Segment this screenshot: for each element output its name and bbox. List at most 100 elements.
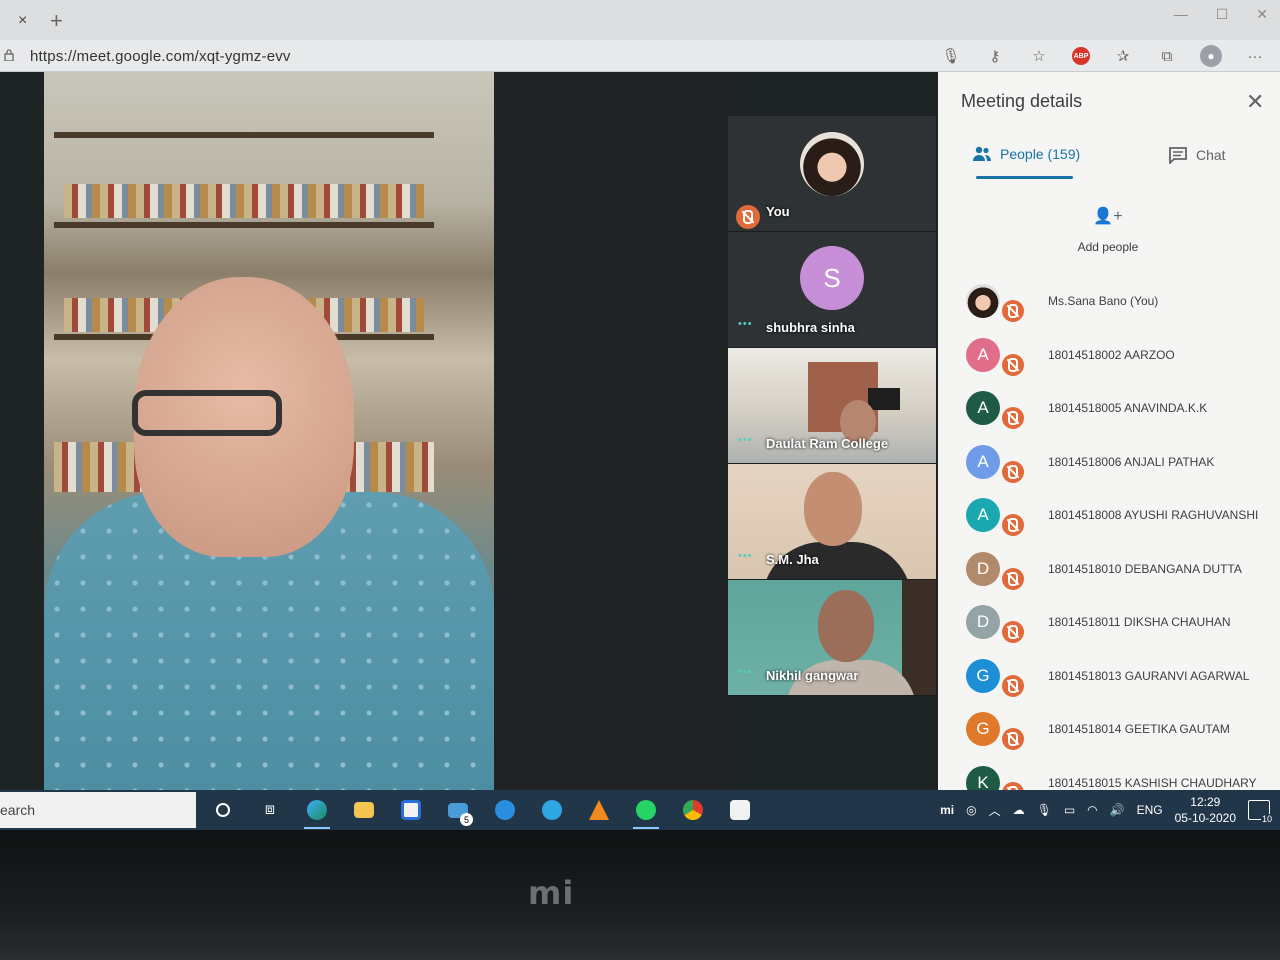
participant-row[interactable]: A 18014518002 AARZOO	[966, 334, 1276, 388]
mail-icon[interactable]: 5	[441, 794, 475, 826]
cortana-icon[interactable]	[206, 794, 240, 826]
participant-name: 18014518010 DEBANGANA DUTTA	[1048, 561, 1242, 576]
adblock-plus-icon[interactable]: ABP	[1072, 47, 1090, 65]
mic-off-icon	[1002, 674, 1024, 697]
books	[64, 184, 424, 218]
avatar: A	[966, 391, 1000, 425]
tile-name: Daulat Ram College	[766, 436, 889, 451]
avatar: G	[966, 712, 1000, 746]
window-controls: — ☐ ✕	[1174, 6, 1268, 23]
close-window-icon[interactable]: ✕	[1256, 6, 1268, 23]
tray-cloud-icon[interactable]: ☁	[1013, 803, 1025, 817]
new-tab-button[interactable]: +	[50, 8, 63, 34]
participant-name: 18014518005 ANAVINDA.K.K	[1048, 401, 1208, 415]
taskbar-apps: ⧈ 5	[206, 794, 757, 829]
microphone-icon[interactable]: 🎙	[940, 45, 962, 67]
close-icon[interactable]: ✕	[1246, 89, 1264, 115]
notification-count: 10	[1260, 814, 1273, 824]
tray-mi-label[interactable]: mi	[940, 803, 954, 817]
participant-name: 18014518015 KASHISH CHAUDHARY	[1048, 775, 1257, 790]
collections-icon[interactable]: ⧉	[1156, 45, 1178, 67]
people-app-icon[interactable]	[488, 794, 522, 826]
tile-shubhra-sinha[interactable]: S ••• shubhra sinha	[728, 232, 936, 348]
tile-name: shubhra sinha	[766, 320, 855, 335]
clock-date: 05-10-2020	[1174, 811, 1236, 825]
address-bar[interactable]: https://meet.google.com/xqt-ygmz-evv 🎙 ⚷…	[0, 40, 1280, 72]
audio-dots-icon: •••	[738, 550, 753, 562]
favorites-list-icon[interactable]: ✰	[1112, 45, 1134, 67]
favorite-star-icon[interactable]: ☆	[1028, 45, 1050, 67]
bookshelf	[54, 222, 434, 228]
task-view-icon[interactable]: ⧈	[253, 794, 287, 826]
participant-row[interactable]: D 18014518010 DEBANGANA DUTTA	[966, 548, 1276, 602]
tile-name: You	[766, 204, 790, 219]
store-icon[interactable]	[394, 794, 428, 826]
participant-row[interactable]: D 18014518011 DIKSHA CHAUHAN	[966, 601, 1276, 655]
key-icon[interactable]: ⚷	[984, 45, 1006, 67]
participant-name: Ms.Sana Bano (You)	[1048, 294, 1159, 308]
tile-daulat-ram-college[interactable]: ••• Daulat Ram College	[728, 348, 936, 464]
file-explorer-icon[interactable]	[347, 794, 381, 826]
bookshelf	[54, 132, 434, 138]
clock[interactable]: 12:29 05-10-2020	[1175, 794, 1236, 826]
chevron-up-icon[interactable]: ︿	[989, 802, 1001, 819]
people-icon	[973, 146, 991, 161]
participant-row[interactable]: G 18014518013 GAURANVI AGARWAL	[966, 655, 1276, 709]
tile-name: Nikhil gangwar	[766, 668, 859, 683]
taskbar-search[interactable]: earch	[0, 792, 196, 828]
tab-chat-label: Chat	[1196, 147, 1226, 163]
telegram-icon[interactable]	[535, 794, 569, 826]
mic-off-icon	[1002, 353, 1024, 376]
avatar	[800, 132, 864, 196]
tile-nikhil-gangwar[interactable]: ••• Nikhil gangwar	[728, 580, 936, 696]
avatar: S	[800, 246, 864, 310]
tray-app-icon[interactable]: ◎	[966, 803, 976, 817]
taskbar: earch ⧈ 5 mi ◎ ︿ ☁ 🎙 ▭ ◠ 🔊 ENG 12:29 05-…	[0, 790, 1280, 830]
mic-off-icon	[1002, 728, 1024, 750]
tab-chat[interactable]: Chat	[1168, 146, 1226, 164]
language-indicator[interactable]: ENG	[1137, 803, 1163, 817]
tile-sm-jha[interactable]: ••• S.M. Jha	[728, 464, 936, 580]
scanner-app-icon[interactable]	[723, 794, 757, 826]
maximize-icon[interactable]: ☐	[1216, 6, 1229, 23]
browser-tab-bar: × + — ☐ ✕	[0, 0, 1280, 40]
vlc-icon[interactable]	[582, 794, 616, 826]
avatar: D	[966, 551, 1000, 586]
participant-name: 18014518014 GEETIKA GAUTAM	[1048, 722, 1230, 736]
volume-icon[interactable]: 🔊	[1110, 803, 1125, 817]
stage-background	[494, 72, 728, 790]
tile-you[interactable]: You	[728, 116, 936, 232]
more-options-icon[interactable]: ···	[1244, 45, 1266, 67]
minimize-icon[interactable]: —	[1174, 6, 1188, 23]
meeting-details-panel: Meeting details ✕ People (159) Chat 👤+ A…	[938, 72, 1280, 804]
battery-icon[interactable]: ▭	[1064, 803, 1075, 817]
notification-center-icon[interactable]: 10	[1248, 800, 1273, 824]
url-text[interactable]: https://meet.google.com/xqt-ygmz-evv	[30, 48, 291, 65]
whatsapp-icon[interactable]	[629, 794, 663, 829]
avatar	[966, 284, 1000, 318]
screen: × + — ☐ ✕ https://meet.google.com/xqt-yg…	[0, 0, 1280, 960]
profile-icon[interactable]: ●	[1200, 45, 1222, 67]
meet-stage: You S ••• shubhra sinha ••• Daulat Ram C…	[0, 72, 938, 790]
participant-row[interactable]: A 18014518006 ANJALI PATHAK	[966, 441, 1276, 495]
microphone-tray-icon[interactable]: 🎙	[1037, 803, 1052, 817]
add-people-label: Add people	[1077, 240, 1139, 254]
chat-icon	[1169, 147, 1187, 164]
chrome-icon[interactable]	[676, 794, 710, 826]
tab-close-icon[interactable]: ×	[18, 12, 27, 30]
participant-row[interactable]: A 18014518005 ANAVINDA.K.K	[966, 387, 1276, 441]
avatar: A	[966, 498, 1000, 532]
participant-row[interactable]: Ms.Sana Bano (You)	[966, 280, 1276, 334]
participant-name: 18014518008 AYUSHI RAGHUVANSHI	[1048, 508, 1259, 522]
tab-people[interactable]: People (159)	[972, 146, 1080, 162]
participant-tiles: You S ••• shubhra sinha ••• Daulat Ram C…	[728, 116, 936, 696]
participant-row[interactable]: A 18014518008 AYUSHI RAGHUVANSHI	[966, 494, 1276, 548]
wifi-icon[interactable]: ◠	[1087, 803, 1097, 817]
main-speaker-video[interactable]	[44, 72, 494, 790]
add-people-button[interactable]: 👤+ Add people	[1058, 206, 1158, 254]
participant-name: 18014518011 DIKSHA CHAUHAN	[1048, 615, 1231, 629]
edge-icon[interactable]	[300, 794, 334, 829]
panel-title: Meeting details	[961, 91, 1083, 111]
participant-row[interactable]: G 18014518014 GEETIKA GAUTAM	[966, 708, 1276, 762]
participant-name: 18014518006 ANJALI PATHAK	[1048, 454, 1215, 469]
